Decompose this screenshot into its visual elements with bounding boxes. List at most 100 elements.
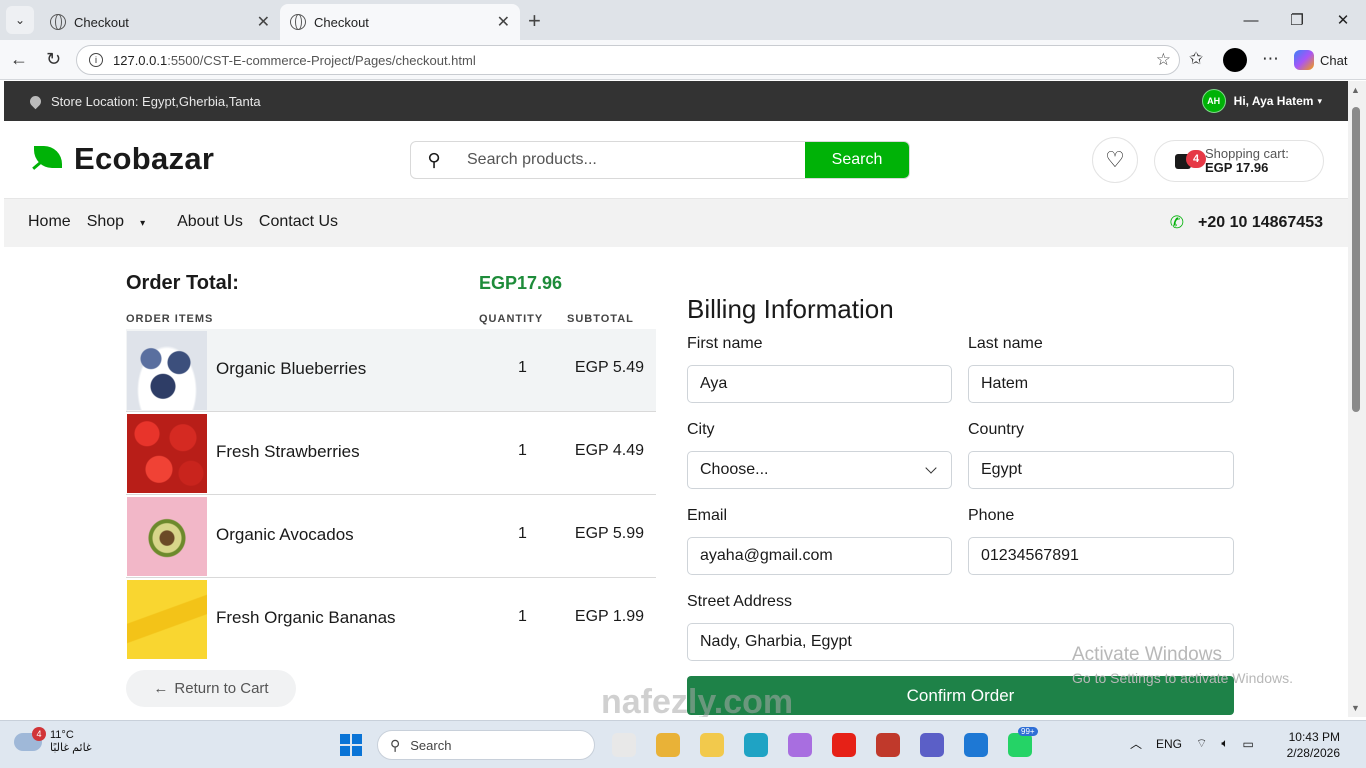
- leaf-logo-icon: [30, 144, 64, 174]
- nav-shop[interactable]: Shop ▾: [87, 213, 161, 231]
- tab-title: Checkout: [314, 14, 369, 30]
- phone-field[interactable]: 01234567891: [968, 537, 1234, 575]
- favorite-star-icon[interactable]: ☆: [1156, 50, 1171, 70]
- item-name: Organic Blueberries: [216, 359, 367, 378]
- return-label: Return to Cart: [174, 680, 269, 697]
- tab-title: Checkout: [74, 14, 129, 30]
- tray-overflow-icon[interactable]: ︿: [1130, 735, 1142, 752]
- browser-tab-2[interactable]: Checkout ✕: [280, 4, 520, 40]
- user-menu[interactable]: AH Hi, Aya Hatem ▾: [1201, 89, 1322, 113]
- phone-label: Phone: [968, 507, 1015, 524]
- clock-date: 2/28/2026: [1286, 746, 1340, 760]
- product-image-avocados: [127, 497, 207, 576]
- more-menu-icon[interactable]: ⋯: [1262, 49, 1279, 69]
- weather-text: غائم غالبًا: [50, 742, 92, 754]
- favorites-icon[interactable]: ✩: [1189, 49, 1203, 69]
- teams-icon[interactable]: [920, 733, 944, 757]
- site-logo[interactable]: Ecobazar: [30, 141, 214, 177]
- activate-title: Activate Windows: [1072, 644, 1222, 665]
- nav-about[interactable]: About Us: [177, 213, 243, 231]
- scroll-up-icon[interactable]: ▲: [1351, 85, 1360, 95]
- watermark: nafezly.com: [601, 683, 794, 717]
- close-window-button[interactable]: ✕: [1320, 0, 1366, 40]
- product-search: ⚲ Search: [410, 141, 910, 179]
- back-icon[interactable]: ←: [10, 49, 28, 70]
- system-clock[interactable]: 10:43 PM 2/28/2026: [1287, 729, 1340, 761]
- item-subtotal: EGP 5.49: [574, 359, 644, 376]
- first-name-label: First name: [687, 335, 763, 352]
- map-pin-icon: [27, 93, 44, 109]
- chrome-icon[interactable]: [656, 733, 680, 757]
- billing-title: Billing Information: [687, 294, 894, 324]
- shopping-cart-button[interactable]: 4 Shopping cart: EGP 17.96: [1154, 140, 1324, 182]
- search-button[interactable]: Search: [805, 142, 909, 178]
- browser-tab-1[interactable]: Checkout ✕: [40, 4, 280, 40]
- taskbar-search-label: Search: [410, 737, 452, 753]
- item-subtotal: EGP 5.99: [574, 525, 644, 542]
- vscode-icon[interactable]: [964, 733, 988, 757]
- copilot-app-icon[interactable]: [788, 733, 812, 757]
- edge-icon[interactable]: [744, 733, 768, 757]
- new-tab-button[interactable]: +: [528, 8, 541, 34]
- whatsapp-badge: 99+: [1018, 727, 1038, 736]
- battery-icon[interactable]: ▭: [1243, 737, 1254, 751]
- address-bar[interactable]: i 127.0.0.1:5500/CST-E-commerce-Project/…: [76, 45, 1180, 75]
- wifi-icon[interactable]: ⌔: [1196, 736, 1207, 751]
- phone-number: +20 10 14867453: [1197, 214, 1323, 231]
- temperature: 11°C: [50, 729, 74, 741]
- taskbar-search[interactable]: ⚲ Search: [377, 730, 595, 760]
- caret-down-icon: ▾: [1317, 95, 1322, 106]
- cart-total: EGP 17.96: [1205, 160, 1269, 175]
- col-header-items: ORDER ITEMS: [126, 313, 214, 325]
- first-name-field[interactable]: Aya: [687, 365, 952, 403]
- col-header-quantity: QUANTITY: [479, 313, 544, 325]
- file-explorer-icon[interactable]: [700, 733, 724, 757]
- last-name-field[interactable]: Hatem: [968, 365, 1234, 403]
- item-name: Organic Avocados: [216, 525, 354, 544]
- item-subtotal: EGP 1.99: [574, 608, 644, 625]
- volume-icon[interactable]: 🔈︎: [1221, 736, 1228, 751]
- profile-avatar[interactable]: [1223, 48, 1247, 72]
- copilot-icon: [1294, 50, 1314, 70]
- youtube-icon[interactable]: [832, 733, 856, 757]
- tab-list-button[interactable]: ⌄: [6, 6, 34, 34]
- close-tab-icon[interactable]: ✕: [257, 12, 270, 32]
- url-path: :5500/CST-E-commerce-Project/Pages/check…: [167, 52, 476, 68]
- scroll-down-icon[interactable]: ▼: [1351, 703, 1360, 713]
- start-button[interactable]: [340, 734, 362, 756]
- order-item-row: Fresh Strawberries 1 EGP 4.49: [126, 412, 656, 495]
- reload-icon[interactable]: ↻: [46, 49, 61, 70]
- weather-widget[interactable]: 4 11°C غائم غالبًا: [14, 726, 92, 754]
- nav-contact[interactable]: Contact Us: [259, 213, 338, 231]
- country-field[interactable]: Egypt: [968, 451, 1234, 489]
- nav-home[interactable]: Home: [28, 213, 71, 231]
- maximize-button[interactable]: ❐: [1274, 0, 1320, 40]
- phone-icon: ✆: [1169, 213, 1184, 232]
- scrollbar-thumb[interactable]: [1352, 107, 1360, 412]
- city-select[interactable]: Choose...: [687, 451, 952, 489]
- email-field[interactable]: ayaha@gmail.com: [687, 537, 952, 575]
- arrow-left-icon: ←: [153, 680, 169, 697]
- postman-icon[interactable]: [876, 733, 900, 757]
- minimize-button[interactable]: —: [1228, 0, 1274, 40]
- close-tab-icon[interactable]: ✕: [497, 12, 510, 32]
- site-info-icon[interactable]: i: [89, 53, 103, 67]
- copilot-chat-button[interactable]: Chat: [1294, 48, 1347, 72]
- search-input[interactable]: [457, 142, 805, 178]
- page-scrollbar[interactable]: ▲ ▼: [1348, 81, 1366, 717]
- whatsapp-icon[interactable]: 99+: [1008, 727, 1038, 757]
- activate-subtitle: Go to Settings to activate Windows.: [1072, 670, 1293, 686]
- url-host: 127.0.0.1: [113, 52, 168, 68]
- caret-down-icon: ▾: [140, 218, 146, 229]
- order-item-row: Organic Avocados 1 EGP 5.99: [126, 495, 656, 578]
- wishlist-heart-icon[interactable]: ♡: [1092, 137, 1138, 183]
- item-name: Fresh Organic Bananas: [216, 608, 396, 627]
- file-app-icon[interactable]: [612, 733, 636, 757]
- pinned-apps: 99+: [612, 727, 1052, 757]
- support-phone: ✆ +20 10 14867453: [1170, 213, 1323, 233]
- language-indicator[interactable]: ENG: [1156, 737, 1182, 751]
- activate-windows-overlay: Activate Windows Go to Settings to activ…: [1072, 644, 1293, 686]
- item-quantity: 1: [518, 442, 527, 459]
- return-to-cart-button[interactable]: ← Return to Cart: [126, 670, 296, 707]
- item-quantity: 1: [518, 525, 527, 542]
